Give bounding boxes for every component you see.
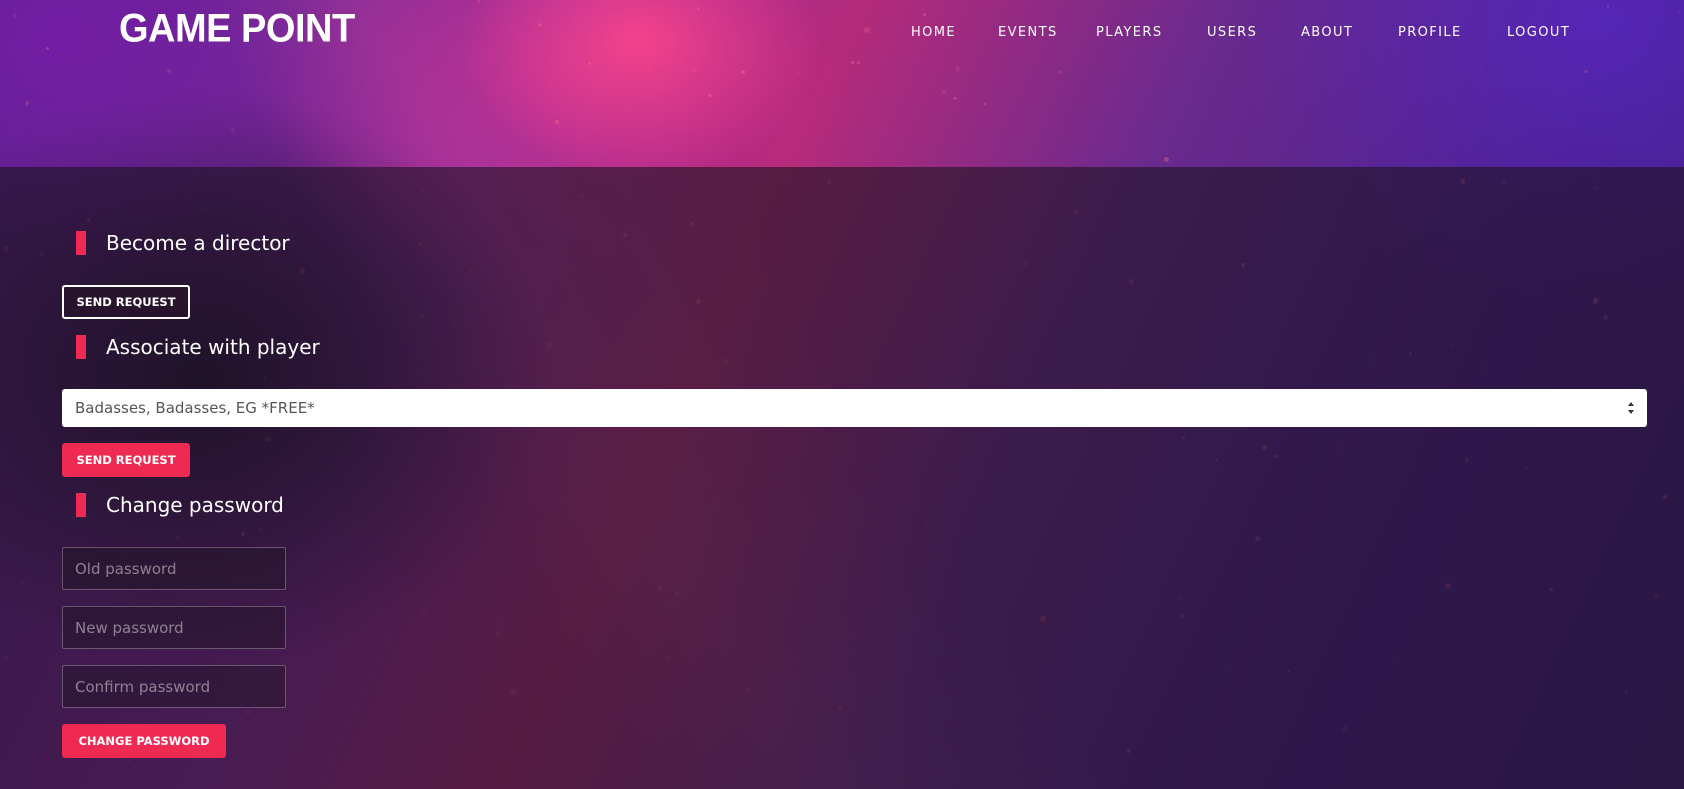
section-title-director: Become a director bbox=[76, 231, 290, 255]
change-password-button[interactable]: CHANGE PASSWORD bbox=[62, 724, 226, 758]
nav-item-about[interactable]: ABOUT bbox=[1301, 25, 1353, 40]
background-speck bbox=[983, 102, 986, 106]
section-title-text: Associate with player bbox=[106, 335, 320, 359]
section-accent-bar bbox=[76, 231, 86, 255]
background-speck bbox=[551, 79, 553, 82]
section-accent-bar bbox=[76, 493, 86, 517]
nav-item-profile[interactable]: PROFILE bbox=[1398, 25, 1462, 40]
section-accent-bar bbox=[76, 335, 86, 359]
background-speck bbox=[1059, 71, 1062, 75]
nav-item-players[interactable]: PLAYERS bbox=[1096, 25, 1163, 40]
confirm-password-field[interactable] bbox=[62, 665, 286, 708]
nav-item-home[interactable]: HOME bbox=[911, 25, 956, 40]
associate-send-request-button[interactable]: SEND REQUEST bbox=[62, 443, 190, 477]
old-password-field[interactable] bbox=[62, 547, 286, 590]
background-speck bbox=[942, 90, 946, 94]
section-title-text: Become a director bbox=[106, 231, 290, 255]
director-send-request-button[interactable]: SEND REQUEST bbox=[62, 285, 190, 319]
select-updown-icon bbox=[1628, 402, 1634, 414]
site-logo[interactable]: GAME POINT bbox=[119, 7, 355, 52]
nav-item-logout[interactable]: LOGOUT bbox=[1507, 25, 1570, 40]
background-speck bbox=[741, 69, 745, 74]
site-header: GAME POINT HOME EVENTS PLAYERS USERS ABO… bbox=[0, 0, 1684, 70]
player-select[interactable]: Badasses, Badasses, EG *FREE* bbox=[62, 389, 1647, 427]
background-speck bbox=[952, 96, 957, 101]
new-password-field[interactable] bbox=[62, 606, 286, 649]
section-title-password: Change password bbox=[76, 493, 284, 517]
background-speck bbox=[555, 119, 559, 124]
player-select-value: Badasses, Badasses, EG *FREE* bbox=[75, 399, 315, 417]
nav-item-events[interactable]: EVENTS bbox=[998, 25, 1058, 40]
nav-item-users[interactable]: USERS bbox=[1207, 25, 1257, 40]
background-speck bbox=[229, 128, 235, 134]
section-title-associate: Associate with player bbox=[76, 335, 320, 359]
section-title-text: Change password bbox=[106, 493, 284, 517]
background-speck bbox=[24, 101, 30, 106]
